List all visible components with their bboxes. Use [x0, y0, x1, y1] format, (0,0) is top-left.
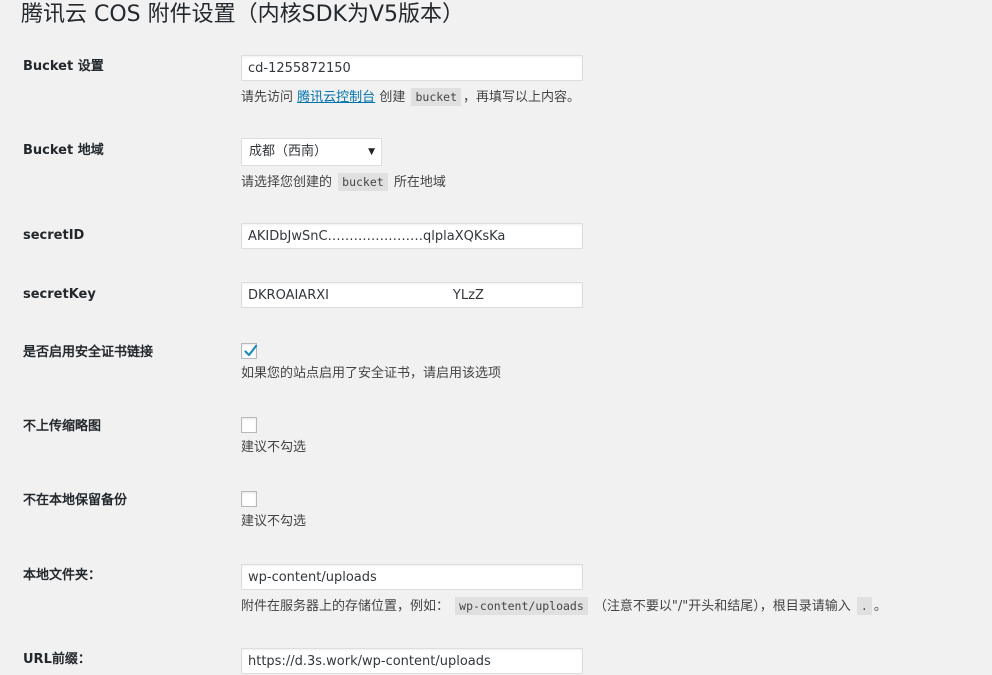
no-local-description: 建议不勾选 — [241, 514, 307, 529]
local-folder-desc-prefix: 附件在服务器上的存储位置，例如： — [241, 599, 450, 614]
local-folder-input[interactable] — [241, 564, 583, 590]
local-folder-label: 本地文件夹： — [23, 568, 102, 583]
url-prefix-input[interactable] — [241, 648, 583, 674]
no-thumb-description: 建议不勾选 — [241, 440, 307, 455]
bucket-desc-suffix: ，再填写以上内容。 — [463, 90, 581, 105]
no-thumb-label: 不上传缩略图 — [23, 419, 102, 434]
no-local-checkbox[interactable] — [241, 491, 257, 507]
https-label: 是否启用安全证书链接 — [23, 345, 154, 360]
local-folder-code: wp-content/uploads — [455, 597, 588, 615]
region-description: 请选择您创建的 bucket 所在地域 — [241, 172, 446, 193]
bucket-desc-middle: 创建 — [379, 90, 406, 105]
region-select[interactable]: 成都（西南） ▼ — [241, 138, 382, 166]
local-folder-desc-middle: （注意不要以"/"开头和结尾），根目录请输入 — [593, 599, 851, 614]
no-thumb-checkbox[interactable] — [241, 417, 257, 433]
region-label: Bucket 地域 — [23, 143, 104, 158]
local-folder-description: 附件在服务器上的存储位置，例如： wp-content/uploads （注意不… — [241, 596, 887, 617]
root-dot-code: . — [856, 597, 872, 615]
page-title: 腾讯云 COS 附件设置（内核SDK为V5版本） — [21, 2, 465, 27]
region-desc-prefix: 请选择您创建的 — [241, 175, 333, 190]
region-desc-suffix: 所在地域 — [393, 175, 446, 190]
bucket-desc-prefix: 请先访问 — [241, 90, 294, 105]
secret-id-input[interactable] — [241, 223, 583, 249]
secret-key-input[interactable] — [241, 282, 583, 308]
tencent-console-link[interactable]: 腾讯云控制台 — [297, 90, 375, 105]
local-folder-desc-suffix: 。 — [873, 599, 887, 614]
https-checkbox[interactable] — [241, 343, 258, 359]
checkmark-icon — [244, 344, 258, 357]
bucket-label: Bucket 设置 — [23, 59, 104, 74]
secret-id-label: secretID — [23, 228, 85, 243]
bucket-description: 请先访问 腾讯云控制台 创建 bucket ，再填写以上内容。 — [241, 87, 580, 108]
region-code: bucket — [338, 173, 388, 191]
bucket-input[interactable] — [241, 55, 583, 81]
region-selected-value: 成都（西南） — [249, 144, 328, 159]
https-description: 如果您的站点启用了安全证书，请启用该选项 — [241, 366, 502, 381]
secret-key-label: secretKey — [23, 287, 96, 302]
no-local-label: 不在本地保留备份 — [23, 493, 128, 508]
chevron-down-icon: ▼ — [368, 147, 375, 157]
bucket-code: bucket — [411, 88, 462, 106]
url-prefix-label: URL前缀： — [23, 652, 91, 667]
